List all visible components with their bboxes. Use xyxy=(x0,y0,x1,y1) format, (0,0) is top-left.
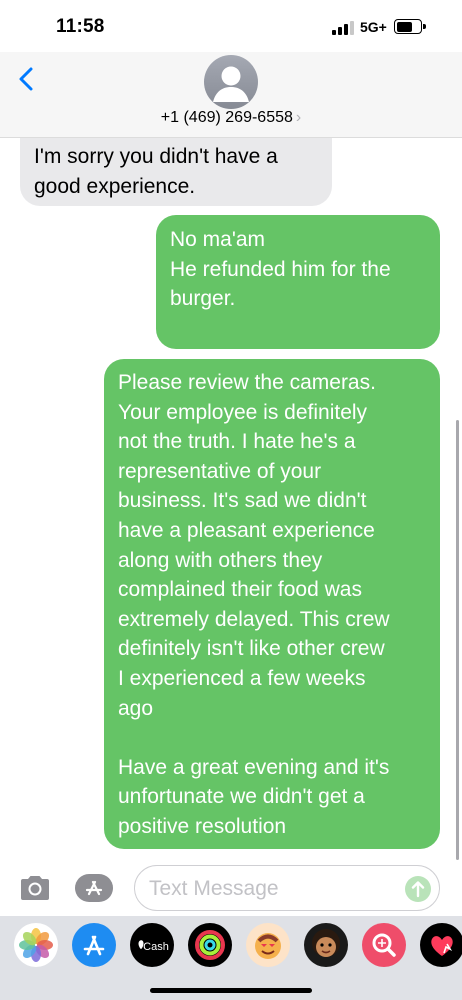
battery-tip xyxy=(423,24,426,29)
send-arrow-icon[interactable] xyxy=(405,876,431,902)
message-text: I'm sorry you didn't have a good experie… xyxy=(34,145,278,198)
chevron-right-icon: › xyxy=(295,109,302,126)
message-text: No ma'am He refunded him for the burger. xyxy=(170,228,391,311)
contact-title[interactable]: +1 (469) 269-6558 › xyxy=(0,109,462,127)
apple-cash-app-icon[interactable]: Cash xyxy=(130,923,174,967)
input-placeholder: Text Message xyxy=(149,877,279,900)
conversation-header: +1 (469) 269-6558 › xyxy=(0,52,462,138)
memoji-stickers-app-icon[interactable] xyxy=(246,923,290,967)
back-chevron-icon[interactable] xyxy=(14,66,40,92)
camera-icon[interactable] xyxy=(18,874,52,902)
app-store-app-icon[interactable] xyxy=(72,923,116,967)
animoji-app-icon[interactable] xyxy=(304,923,348,967)
message-text: Please review the cameras. Your employee… xyxy=(118,371,390,838)
contact-avatar[interactable] xyxy=(204,55,258,109)
cellular-signal-icon xyxy=(332,21,354,35)
status-bar: 11:58 5G+ xyxy=(0,0,462,52)
app-store-icon[interactable] xyxy=(74,873,114,903)
digital-touch-app-icon[interactable] xyxy=(420,923,462,967)
images-search-app-icon[interactable] xyxy=(362,923,406,967)
message-input[interactable]: Text Message xyxy=(134,865,440,911)
cash-label: Cash xyxy=(143,941,169,953)
message-bubble-outgoing[interactable]: No ma'am He refunded him for the burger. xyxy=(156,215,440,349)
home-indicator[interactable] xyxy=(150,988,312,993)
battery-icon xyxy=(394,19,422,34)
scroll-indicator[interactable] xyxy=(456,420,459,860)
network-type: 5G+ xyxy=(360,19,387,35)
activity-app-icon[interactable] xyxy=(188,923,232,967)
clock: 11:58 xyxy=(56,16,105,37)
message-bubble-incoming[interactable]: I'm sorry you didn't have a good experie… xyxy=(20,138,332,206)
message-bubble-outgoing[interactable]: Please review the cameras. Your employee… xyxy=(104,359,440,849)
contact-number: +1 (469) 269-6558 xyxy=(160,109,293,126)
photos-app-icon[interactable] xyxy=(14,923,58,967)
